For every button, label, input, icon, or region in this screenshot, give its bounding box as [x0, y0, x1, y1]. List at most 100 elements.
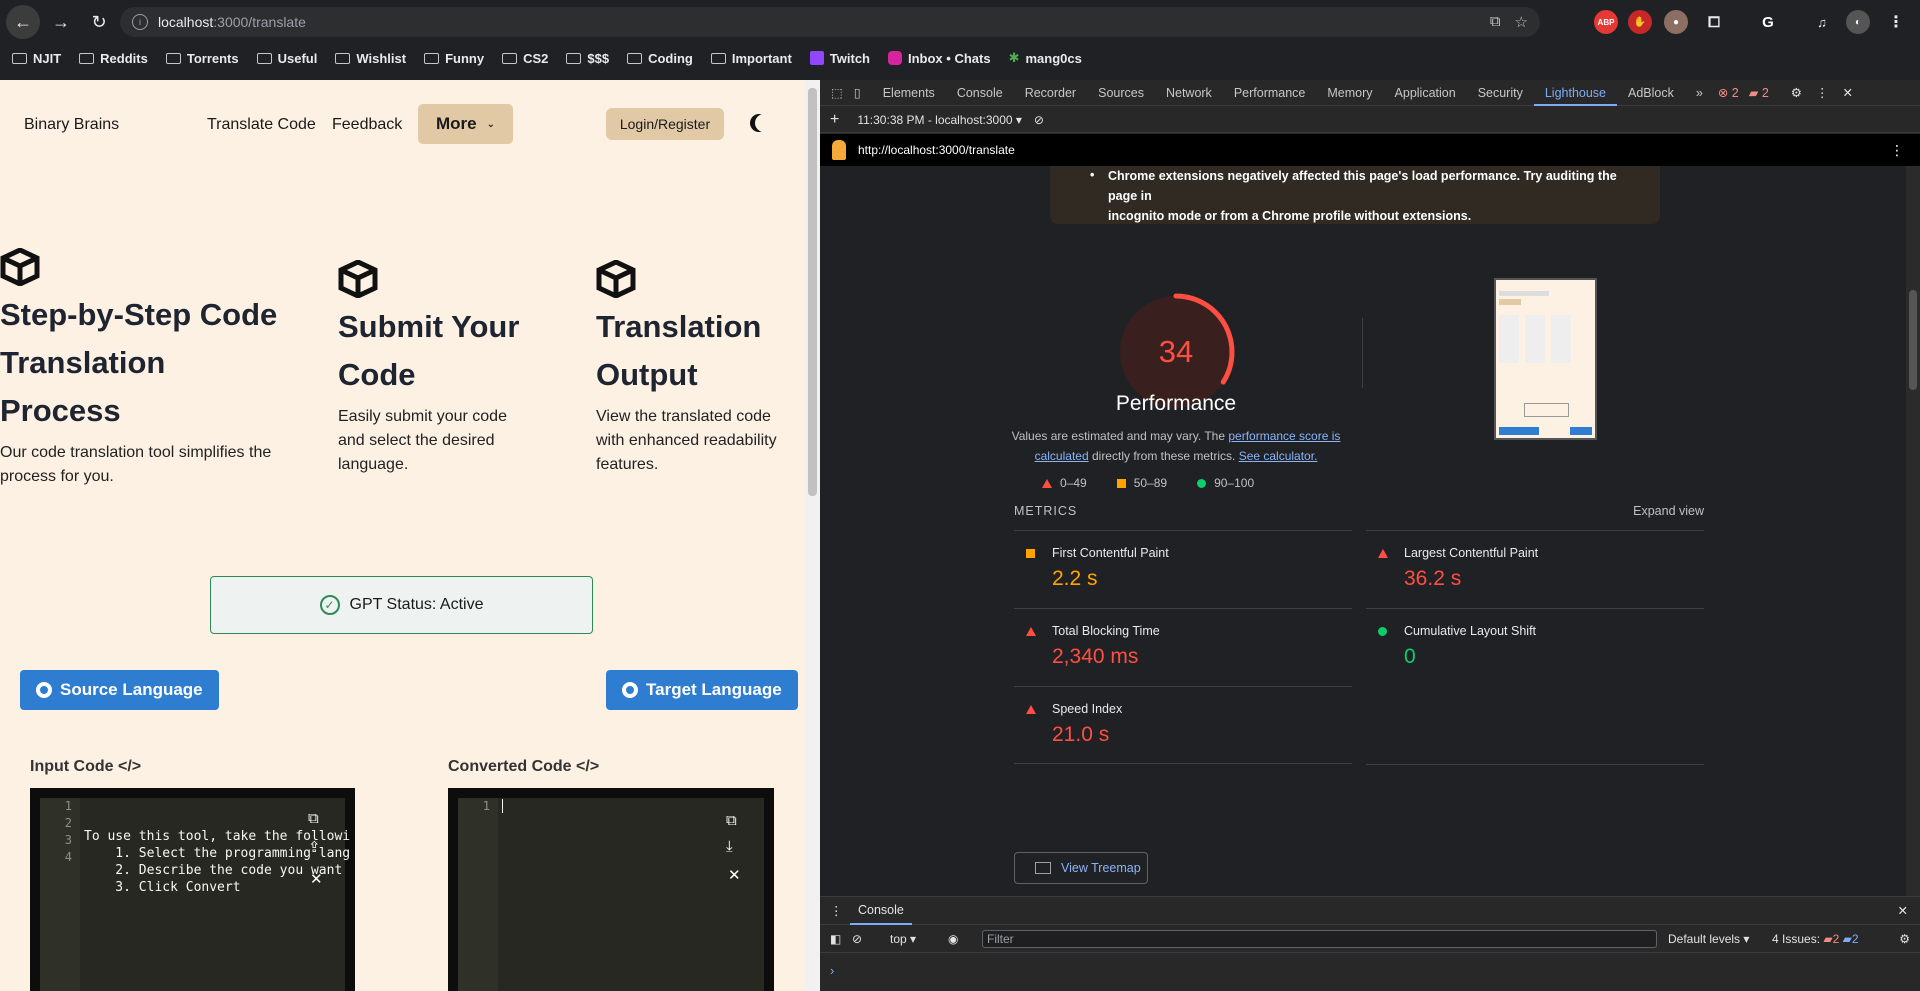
tab-elements[interactable]: Elements	[872, 80, 946, 106]
google-icon[interactable]: G	[1756, 10, 1780, 34]
hand-extension-icon[interactable]: ✋	[1628, 10, 1652, 34]
bookmark-folder[interactable]: Torrents	[165, 51, 239, 66]
log-levels-dropdown[interactable]: Default levels ▾	[1668, 932, 1749, 946]
clear-close-icon[interactable]: ✕	[310, 870, 323, 888]
report-selector[interactable]: 11:30:38 PM - localhost:3000 ▾	[857, 113, 1022, 127]
clear-close-icon[interactable]: ✕	[728, 866, 741, 884]
clear-reports-icon[interactable]: ⊘	[1034, 113, 1044, 127]
bookmark-instagram[interactable]: Inbox • Chats	[888, 51, 991, 66]
drawer-menu-icon[interactable]: ⋮	[830, 903, 843, 918]
live-expression-eye-icon[interactable]: ◉	[948, 932, 958, 946]
close-devtools-icon[interactable]: ✕	[1843, 85, 1853, 100]
bookmark-folder[interactable]: $$$	[566, 51, 609, 66]
lighthouse-toolbar: + 11:30:38 PM - localhost:3000 ▾ ⊘	[820, 107, 1920, 133]
poor-triangle-icon	[1026, 705, 1036, 714]
report-scrollbar[interactable]	[1906, 166, 1920, 896]
reload-icon[interactable]: ↻	[82, 5, 116, 39]
nav-translate-code[interactable]: Translate Code	[207, 116, 316, 134]
cookie-extension-icon[interactable]: ●	[1664, 10, 1688, 34]
media-control-icon[interactable]: ♫	[1810, 10, 1834, 34]
issues-counter[interactable]: 4 Issues: ▰2 ▰2	[1772, 932, 1859, 946]
new-report-plus-icon[interactable]: +	[830, 111, 839, 129]
page-scrollbar[interactable]	[805, 80, 820, 991]
tab-memory[interactable]: Memory	[1316, 80, 1383, 106]
more-dropdown-button[interactable]: More ⌄	[418, 104, 513, 144]
back-icon[interactable]: ←	[6, 5, 40, 39]
menu-dots-icon[interactable]: ⋮	[1884, 10, 1908, 34]
metrics-header: METRICS Expand view	[1014, 504, 1704, 518]
brand-name[interactable]: Binary Brains	[24, 116, 119, 134]
converted-code-editor[interactable]: 1 ⧉ ⤓ ✕	[448, 788, 774, 991]
legend-poor: 0–49	[1042, 476, 1087, 490]
bookmark-folder[interactable]: NJIT	[12, 51, 61, 66]
console-prompt-icon[interactable]: ›	[830, 963, 834, 978]
profile-avatar[interactable]: ◐	[1846, 10, 1870, 34]
see-calculator-link[interactable]: See calculator.	[1239, 449, 1318, 463]
tab-lighthouse[interactable]: Lighthouse	[1533, 80, 1618, 106]
folder-icon	[566, 52, 582, 64]
copy-icon[interactable]: ⧉	[308, 810, 319, 827]
download-icon[interactable]: ⤓	[726, 838, 733, 855]
poor-triangle-icon	[1378, 549, 1388, 558]
tab-application[interactable]: Application	[1384, 80, 1467, 106]
bookmark-folder[interactable]: Important	[710, 51, 792, 66]
source-language-button[interactable]: Source Language	[20, 670, 219, 710]
bookmark-folder[interactable]: Reddits	[79, 51, 148, 66]
drawer-tab-console[interactable]: Console	[850, 897, 912, 925]
tab-recorder[interactable]: Recorder	[1014, 80, 1087, 106]
adblock-extension-icon[interactable]: ABP	[1594, 10, 1618, 34]
bookmark-folder[interactable]: CS2	[502, 51, 548, 66]
bookmark-twitch[interactable]: Twitch	[809, 51, 870, 66]
settings-gear-icon[interactable]: ⚙	[1791, 85, 1802, 100]
tab-security[interactable]: Security	[1467, 80, 1534, 106]
report-menu-icon[interactable]: ⋮	[1890, 142, 1904, 159]
devtools-menu-icon[interactable]: ⋮	[1816, 85, 1829, 100]
page-screenshot-thumbnail[interactable]	[1494, 278, 1597, 440]
converted-code-text[interactable]	[502, 798, 503, 813]
context-selector[interactable]: top ▾	[890, 932, 916, 946]
line-numbers: 1234	[40, 798, 80, 991]
feature-title: Submit Your Code	[338, 309, 520, 392]
sidebar-toggle-icon[interactable]: ◧	[830, 932, 841, 946]
bookmark-folder[interactable]: Useful	[256, 51, 317, 66]
bookmark-folder[interactable]: Funny	[424, 51, 484, 66]
view-treemap-button[interactable]: View Treemap	[1014, 852, 1148, 884]
install-app-icon[interactable]: ⧉	[1490, 13, 1501, 31]
gear-icon	[622, 682, 638, 698]
bookmark-folder[interactable]: Wishlist	[335, 51, 406, 66]
tab-performance[interactable]: Performance	[1223, 80, 1317, 106]
feature-description: Our code translation tool simplifies the…	[0, 444, 272, 485]
dark-mode-moon-icon[interactable]	[755, 114, 773, 132]
console-settings-gear-icon[interactable]: ⚙	[1899, 932, 1910, 946]
site-info-icon[interactable]: i	[132, 14, 148, 30]
close-drawer-icon[interactable]: ✕	[1898, 903, 1908, 918]
tab-console[interactable]: Console	[946, 80, 1014, 106]
expand-view-toggle[interactable]: Expand view	[1633, 504, 1704, 518]
tab-adblock[interactable]: AdBlock	[1617, 80, 1685, 106]
clear-console-icon[interactable]: ⊘	[852, 932, 862, 946]
upload-icon[interactable]: ⇪	[308, 838, 321, 856]
address-bar[interactable]: i localhost:3000/translate ⧉ ☆	[120, 7, 1540, 37]
more-tabs-icon[interactable]: »	[1685, 80, 1714, 106]
tab-network[interactable]: Network	[1155, 80, 1223, 106]
check-circle-icon: ✓	[319, 595, 340, 615]
forward-icon[interactable]: →	[44, 5, 78, 39]
login-register-button[interactable]: Login/Register	[606, 108, 724, 140]
nav-feedback[interactable]: Feedback	[332, 116, 402, 134]
bookmark-folder[interactable]: Coding	[627, 51, 693, 66]
console-filter-input[interactable]: Filter	[982, 930, 1657, 948]
device-toggle-icon[interactable]: ▯	[854, 80, 872, 106]
inspect-element-icon[interactable]: ⬚	[820, 80, 854, 106]
warning-count-badge[interactable]: ▰ 2	[1749, 85, 1769, 100]
url-host: localhost	[158, 14, 214, 30]
metric-first-contentful-paint: First Contentful Paint 2.2 s	[1014, 530, 1352, 608]
copy-icon[interactable]: ⧉	[726, 812, 737, 829]
extensions-puzzle-icon[interactable]: ⧠	[1702, 10, 1726, 34]
error-count-badge[interactable]: ⊗ 2	[1718, 85, 1739, 100]
bookmarks-bar: NJIT Reddits Torrents Useful Wishlist Fu…	[0, 44, 1920, 72]
input-code-editor[interactable]: 1234 To use this tool, take the followi …	[30, 788, 355, 991]
bookmark-mang0cs[interactable]: ✱ mang0cs	[1009, 50, 1082, 66]
bookmark-star-icon[interactable]: ☆	[1515, 13, 1528, 31]
tab-sources[interactable]: Sources	[1087, 80, 1155, 106]
target-language-button[interactable]: Target Language	[606, 670, 798, 710]
